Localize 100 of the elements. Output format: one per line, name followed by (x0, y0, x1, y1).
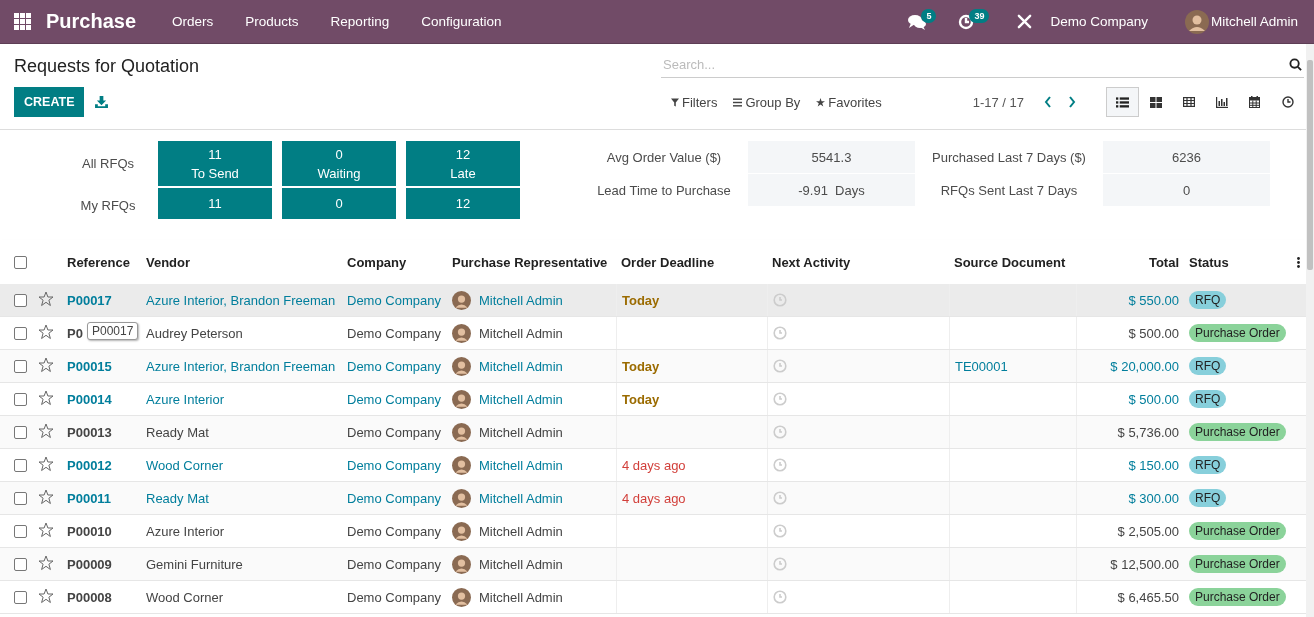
total-cell: $ 500.00 (1128, 391, 1179, 407)
list-view-icon[interactable] (1116, 96, 1129, 108)
company-cell: Demo Company (347, 523, 441, 539)
table-row[interactable]: P00010 Azure Interior Demo Company Mitchell Admin $ 2,505.00 Purchase Order (0, 515, 1306, 548)
row-checkbox[interactable] (13, 359, 27, 373)
company-cell: Demo Company (347, 490, 441, 506)
search-field[interactable]: Search... (661, 52, 1304, 78)
star-icon[interactable] (38, 356, 54, 373)
row-checkbox[interactable] (13, 557, 27, 571)
star-icon[interactable] (38, 554, 54, 571)
row-checkbox[interactable] (13, 491, 27, 505)
create-button[interactable]: CREATE (14, 87, 85, 117)
star-icon[interactable] (38, 389, 54, 406)
my-rfq-count-tile[interactable]: 0 (282, 188, 396, 219)
representative-cell: Mitchell Admin (479, 424, 563, 440)
rfq-count-tile[interactable]: 11 To Send (158, 141, 272, 186)
total-cell: $ 2,505.00 (1117, 523, 1179, 539)
row-checkbox[interactable] (13, 458, 27, 472)
stat-label: Avg Order Value ($) (605, 148, 723, 167)
star-icon[interactable] (38, 587, 54, 604)
column-header[interactable]: Next Activity (767, 240, 949, 284)
column-header[interactable]: Source Document (949, 240, 1076, 284)
column-header[interactable]: Company (342, 240, 447, 284)
row-checkbox[interactable] (13, 590, 27, 604)
select-all-checkbox[interactable] (13, 255, 27, 269)
status-badge: RFQ (1189, 489, 1227, 507)
stat-value: 0 (1103, 174, 1270, 206)
representative-cell: Mitchell Admin (479, 490, 563, 506)
table-row[interactable]: P00012 Wood Corner Demo Company Mitchell Admin 4 days ago $ 150.00 RFQ (0, 449, 1306, 482)
column-header[interactable]: Status (1184, 240, 1291, 284)
page-title: Requests for Quotation (14, 56, 201, 77)
table-row[interactable]: P00017 Azure Interior, Brandon Freeman Demo Company Mitchell Admin Today $ 550.00 RFQ (0, 284, 1306, 317)
search-icon[interactable] (1289, 58, 1302, 71)
table-row[interactable]: P00009 Gemini Furniture Demo Company Mitchell Admin $ 12,500.00 Purchase Order (0, 548, 1306, 581)
avatar-icon (452, 323, 471, 343)
table-grid-icon[interactable] (1182, 97, 1195, 107)
group-by-button[interactable]: Group By (733, 94, 801, 110)
reference-cell: P00009 (67, 556, 112, 572)
representative-cell: Mitchell Admin (479, 358, 563, 374)
reference-cell: P00012 (67, 457, 112, 473)
menu-item[interactable]: Orders (156, 14, 230, 29)
total-cell: $ 6,465.50 (1117, 589, 1179, 605)
user-menu[interactable]: Mitchell Admin (1210, 14, 1298, 29)
representative-cell: Mitchell Admin (479, 457, 563, 473)
table-row[interactable]: P00013 Ready Mat Demo Company Mitchell Admin $ 5,736.00 Purchase Order (0, 416, 1306, 449)
row-checkbox[interactable] (13, 425, 27, 439)
column-header[interactable]: Total (1076, 240, 1184, 284)
star-icon[interactable] (38, 488, 54, 505)
clock-icon[interactable] (1281, 96, 1294, 108)
menu-item[interactable]: Products (229, 14, 315, 29)
rfq-count-tile[interactable]: 0 Waiting (282, 141, 396, 186)
company-cell: Demo Company (347, 325, 441, 341)
company-switcher[interactable]: Demo Company (1050, 14, 1148, 29)
row-checkbox[interactable] (13, 326, 27, 340)
column-header[interactable]: Vendor (141, 240, 342, 284)
avatar-icon (452, 290, 471, 310)
avatar-icon (452, 422, 471, 442)
menu-item[interactable]: Configuration (405, 14, 518, 29)
row-checkbox[interactable] (13, 392, 27, 406)
avatar-icon[interactable] (1184, 9, 1209, 34)
table-row[interactable]: P00008 Wood Corner Demo Company Mitchell Admin $ 6,465.50 Purchase Order (0, 581, 1306, 614)
row-checkbox[interactable] (13, 293, 27, 307)
favorites-button[interactable]: Favorites (816, 94, 882, 110)
status-badge: Purchase Order (1189, 522, 1286, 540)
star-icon[interactable] (38, 323, 54, 340)
more-options-icon[interactable] (1297, 256, 1300, 268)
menu-item[interactable]: Reporting (314, 14, 406, 29)
my-rfq-count-tile[interactable]: 11 (158, 188, 272, 219)
previous-icon[interactable] (1044, 96, 1052, 108)
star-icon[interactable] (38, 290, 54, 307)
total-cell: $ 300.00 (1128, 490, 1179, 506)
column-header[interactable]: Reference (62, 240, 141, 284)
app-grid-icon[interactable] (14, 13, 31, 30)
avatar-icon (452, 488, 471, 508)
total-cell: $ 20,000.00 (1110, 358, 1179, 374)
star-icon[interactable] (38, 521, 54, 538)
calendar-icon[interactable] (1249, 96, 1260, 108)
bar-chart-icon[interactable] (1215, 96, 1228, 108)
star-icon[interactable] (38, 422, 54, 439)
download-icon[interactable] (95, 96, 109, 108)
column-header[interactable]: Order Deadline (616, 240, 767, 284)
next-icon[interactable] (1068, 96, 1076, 108)
reference-cell: P0 (67, 325, 83, 341)
list-view-button[interactable] (1106, 87, 1139, 117)
table-row[interactable]: P00015 Azure Interior, Brandon Freeman Demo Company Mitchell Admin Today TE00001 $ 20,000.00 RFQ (0, 350, 1306, 383)
scrollbar[interactable] (1306, 44, 1314, 617)
my-rfq-count-tile[interactable]: 12 (406, 188, 520, 219)
rfq-count-tile[interactable]: 12 Late (406, 141, 520, 186)
filters-button[interactable]: Filters (671, 94, 718, 110)
table-row[interactable]: P00014 Azure Interior Demo Company Mitchell Admin Today $ 500.00 RFQ (0, 383, 1306, 416)
deadline-cell: Today (622, 358, 660, 374)
star-icon[interactable] (38, 455, 54, 472)
vendor-cell: Ready Mat (146, 424, 209, 440)
row-checkbox[interactable] (13, 524, 27, 538)
status-badge: Purchase Order (1189, 423, 1286, 441)
app-title[interactable]: Purchase (46, 10, 137, 33)
column-header[interactable]: Purchase Representative (447, 240, 616, 284)
table-row[interactable]: P00011 Ready Mat Demo Company Mitchell Admin 4 days ago $ 300.00 RFQ (0, 482, 1306, 515)
kanban-view-icon[interactable] (1149, 96, 1162, 108)
table-row[interactable]: P0 P00017 Audrey Peterson Demo Company Mitchell Admin $ 500.00 Purchase Order (0, 317, 1306, 350)
